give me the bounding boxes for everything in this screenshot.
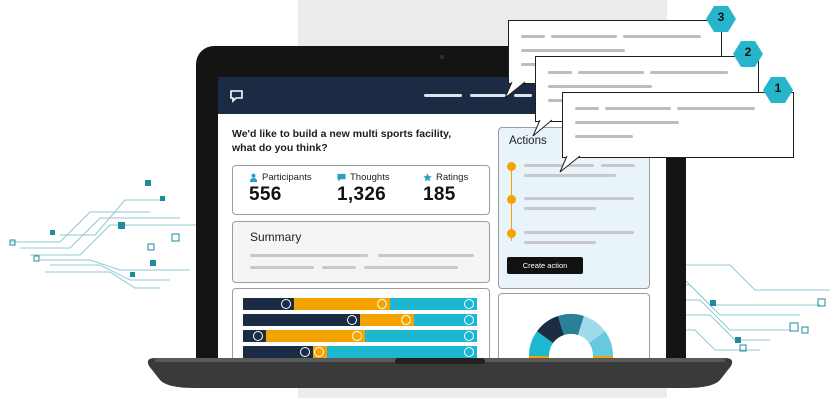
number-badge: 1 xyxy=(763,77,793,103)
callout-tail xyxy=(559,155,581,173)
badge-number: 1 xyxy=(774,81,782,95)
